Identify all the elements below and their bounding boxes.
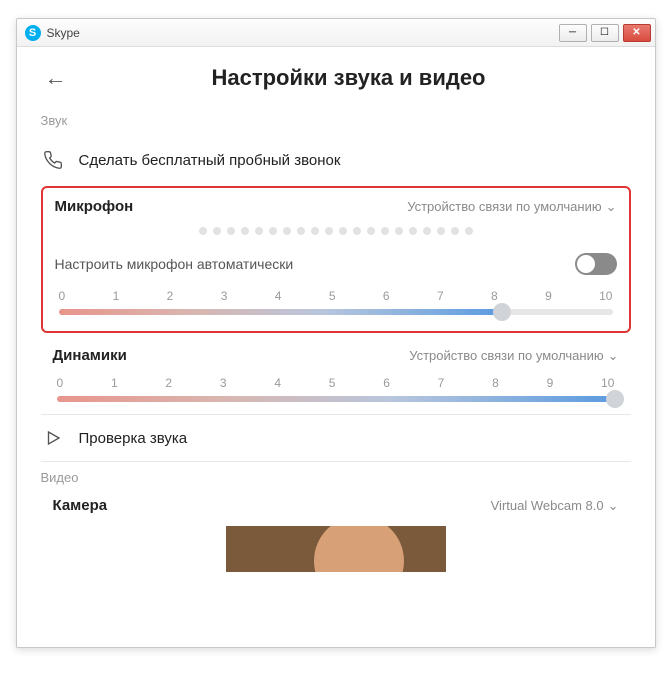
test-call-label: Сделать бесплатный пробный звонок	[79, 152, 341, 169]
speakers-device-name: Устройство связи по умолчанию	[409, 348, 603, 363]
scale-tick: 4	[274, 376, 281, 390]
scale-tick: 2	[165, 376, 172, 390]
spk-thumb[interactable]	[606, 390, 624, 408]
mic-track	[59, 309, 502, 315]
scale-tick: 1	[113, 289, 120, 303]
back-button[interactable]: ←	[45, 65, 67, 91]
scale-tick: 5	[329, 289, 336, 303]
page-title: Настройки звука и видео	[67, 65, 631, 91]
mic-auto-row: Настроить микрофон автоматически	[55, 253, 617, 275]
scale-tick: 1	[111, 376, 118, 390]
minimize-button[interactable]: ─	[559, 24, 587, 42]
scale-tick: 10	[601, 376, 614, 390]
scale-tick: 0	[59, 289, 66, 303]
mic-auto-label: Настроить микрофон автоматически	[55, 256, 294, 272]
chevron-down-icon: ⌄	[608, 348, 619, 364]
mic-device-name: Устройство связи по умолчанию	[407, 199, 601, 214]
speakers-scale: 0 1 2 3 4 5 6 7 8 9 10	[53, 376, 619, 390]
scale-tick: 0	[57, 376, 64, 390]
scale-tick: 2	[167, 289, 174, 303]
sound-test-label: Проверка звука	[79, 430, 188, 447]
chevron-down-icon: ⌄	[606, 199, 617, 215]
test-call-row[interactable]: Сделать бесплатный пробный звонок	[41, 140, 631, 180]
scale-tick: 9	[545, 289, 552, 303]
sound-section-label: Звук	[41, 113, 631, 128]
mic-auto-toggle[interactable]	[575, 253, 617, 275]
speakers-volume-slider[interactable]	[57, 396, 615, 402]
camera-device-select[interactable]: Virtual Webcam 8.0 ⌄	[491, 498, 619, 514]
settings-page: ← Настройки звука и видео Звук Сделать б…	[17, 47, 655, 647]
microphone-panel: Микрофон Устройство связи по умолчанию ⌄…	[41, 186, 631, 333]
chevron-down-icon: ⌄	[608, 498, 619, 514]
mic-volume-slider[interactable]	[59, 309, 613, 315]
video-section-label: Видео	[41, 470, 631, 485]
scale-tick: 9	[547, 376, 554, 390]
scale-tick: 8	[492, 376, 499, 390]
skype-logo-icon: S	[25, 25, 41, 41]
close-button[interactable]: ✕	[623, 24, 651, 42]
divider	[41, 461, 631, 462]
scale-tick: 3	[221, 289, 228, 303]
mic-level-meter	[55, 227, 617, 235]
scale-tick: 7	[437, 289, 444, 303]
camera-preview	[226, 526, 446, 572]
window-title: Skype	[47, 26, 80, 40]
mic-thumb[interactable]	[493, 303, 511, 321]
camera-label: Камера	[53, 497, 108, 514]
speakers-device-select[interactable]: Устройство связи по умолчанию ⌄	[409, 348, 618, 364]
play-icon	[41, 429, 65, 447]
app-window: S Skype ─ ☐ ✕ ← Настройки звука и видео …	[16, 18, 656, 648]
scale-tick: 8	[491, 289, 498, 303]
phone-icon	[41, 150, 65, 170]
window-controls: ─ ☐ ✕	[559, 24, 651, 42]
maximize-button[interactable]: ☐	[591, 24, 619, 42]
toggle-knob	[577, 255, 595, 273]
scale-tick: 6	[383, 376, 390, 390]
page-header: ← Настройки звука и видео	[41, 65, 631, 91]
scale-tick: 4	[275, 289, 282, 303]
mic-scale: 0 1 2 3 4 5 6 7 8 9 10	[55, 289, 617, 303]
scale-tick: 6	[383, 289, 390, 303]
scale-tick: 3	[220, 376, 227, 390]
divider	[41, 414, 631, 415]
camera-device-row: Камера Virtual Webcam 8.0 ⌄	[41, 497, 631, 514]
speakers-device-row: Динамики Устройство связи по умолчанию ⌄	[53, 347, 619, 364]
scale-tick: 5	[329, 376, 336, 390]
spk-track	[57, 396, 615, 402]
mic-label: Микрофон	[55, 198, 134, 215]
scale-tick: 10	[599, 289, 612, 303]
sound-test-row[interactable]: Проверка звука	[41, 419, 631, 457]
speakers-panel: Динамики Устройство связи по умолчанию ⌄…	[41, 343, 631, 410]
speakers-label: Динамики	[53, 347, 127, 364]
titlebar: S Skype ─ ☐ ✕	[17, 19, 655, 47]
camera-device-name: Virtual Webcam 8.0	[491, 498, 604, 513]
scale-tick: 7	[438, 376, 445, 390]
mic-device-row: Микрофон Устройство связи по умолчанию ⌄	[55, 198, 617, 215]
mic-device-select[interactable]: Устройство связи по умолчанию ⌄	[407, 199, 616, 215]
